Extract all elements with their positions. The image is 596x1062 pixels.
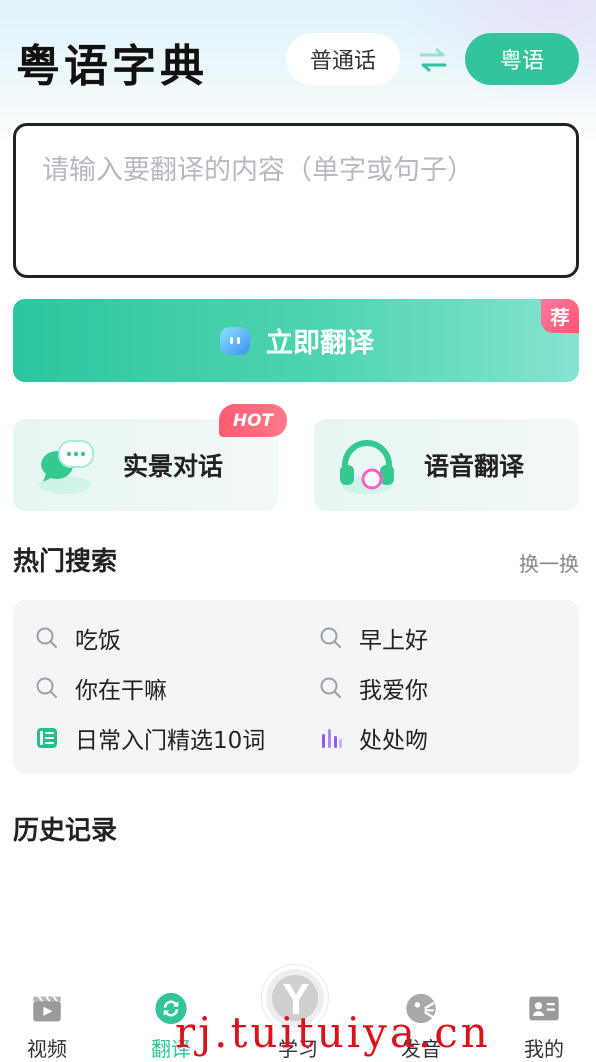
voice-translate-label: 语音翻译 xyxy=(424,452,525,481)
hot-search-item[interactable]: 吃饭 xyxy=(35,618,121,658)
hot-search-item[interactable]: 早上好 xyxy=(319,618,428,658)
swap-icon[interactable] xyxy=(418,47,448,73)
source-language-button[interactable]: 普通话 xyxy=(286,33,400,85)
audio-bars-icon xyxy=(322,729,342,748)
search-icon xyxy=(36,627,57,648)
search-icon xyxy=(36,677,57,698)
video-icon xyxy=(33,996,61,1022)
profile-card-icon xyxy=(529,996,559,1021)
hot-search-text: 处处吻 xyxy=(359,728,428,754)
hot-search-text: 我爱你 xyxy=(359,678,428,704)
hot-search-text: 日常入门精选10词 xyxy=(75,728,266,754)
search-icon xyxy=(320,627,341,648)
hot-search-item[interactable]: 处处吻 xyxy=(319,718,428,758)
translate-input-box xyxy=(13,123,579,278)
tab-video[interactable]: 视频 xyxy=(0,975,97,1062)
refresh-button[interactable]: 换一换 xyxy=(519,548,579,577)
chat-bubble-icon xyxy=(39,440,94,494)
headphones-icon xyxy=(340,440,394,494)
tab-label: 我的 xyxy=(524,1037,564,1061)
list-icon xyxy=(37,728,57,748)
translate-input[interactable] xyxy=(42,148,550,253)
translate-now-label: 立即翻译 xyxy=(266,328,374,359)
app-title: 粤语字典 xyxy=(16,41,208,92)
recommend-badge: 荐 xyxy=(541,299,579,333)
history-title: 历史记录 xyxy=(13,816,118,846)
robot-icon xyxy=(220,326,250,355)
hot-search-item[interactable]: 我爱你 xyxy=(319,668,428,708)
target-language-button[interactable]: 粤语 xyxy=(465,33,579,85)
hot-search-text: 你在干嘛 xyxy=(75,678,167,704)
translate-now-button[interactable]: 立即翻译 荐 xyxy=(13,299,579,382)
hot-search-text: 早上好 xyxy=(359,628,428,654)
tab-label: 视频 xyxy=(27,1037,67,1061)
hot-search-title: 热门搜索 xyxy=(13,547,118,577)
tab-profile[interactable]: 我的 xyxy=(494,975,594,1062)
hot-search-text: 吃饭 xyxy=(75,628,121,654)
watermark-text: rj.tuituiya.cn xyxy=(175,1008,491,1057)
search-icon xyxy=(320,677,341,698)
scene-dialogue-label: 实景对话 xyxy=(123,452,224,481)
hot-search-panel: 吃饭 早上好 你在干嘛 我爱你 日常入门精选10词 处处吻 xyxy=(13,600,579,774)
voice-translate-card[interactable]: 语音翻译 xyxy=(314,419,579,511)
hot-search-item[interactable]: 日常入门精选10词 xyxy=(35,718,265,758)
hot-search-item[interactable]: 你在干嘛 xyxy=(35,668,167,708)
hot-badge: HOT xyxy=(219,404,287,437)
